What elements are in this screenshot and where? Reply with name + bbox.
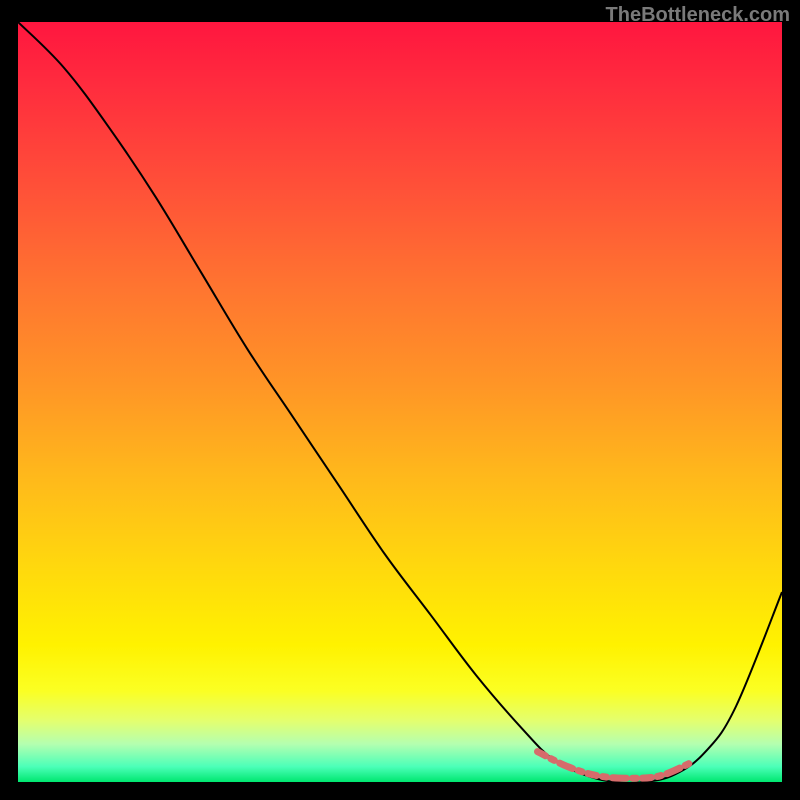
chart-svg xyxy=(18,22,782,782)
optimal-range-highlight xyxy=(538,752,691,779)
chart-plot-area xyxy=(18,22,782,782)
bottleneck-curve-line xyxy=(18,22,782,782)
watermark-text: TheBottleneck.com xyxy=(606,4,790,27)
